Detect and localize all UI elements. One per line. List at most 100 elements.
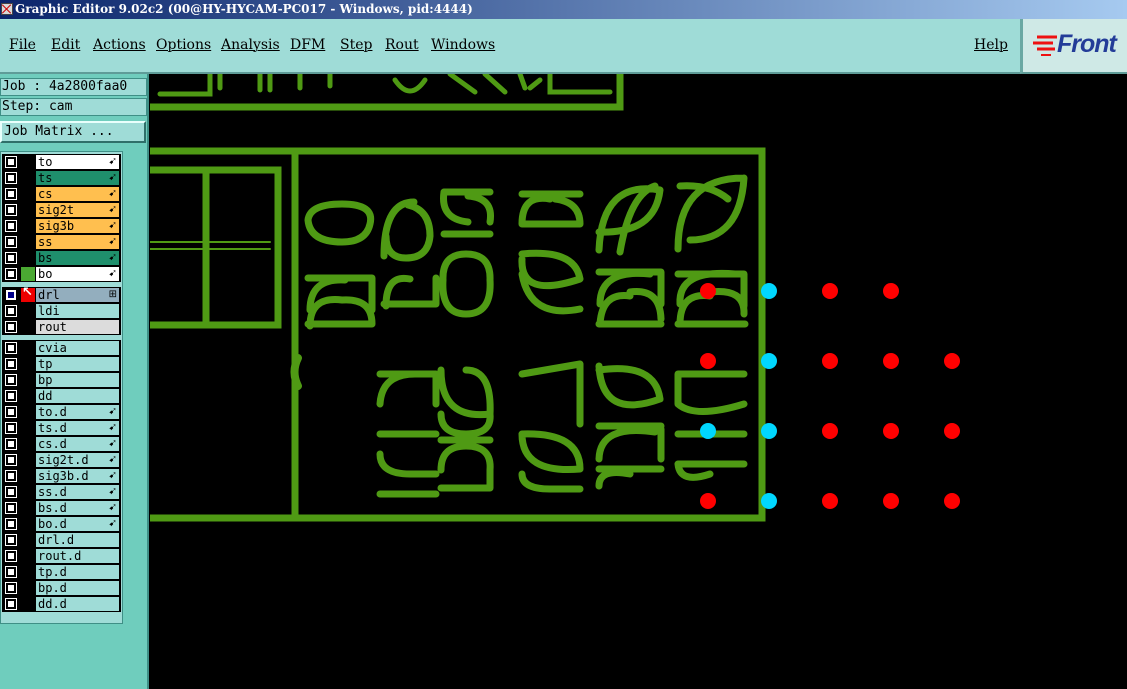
layer-affected-indicator[interactable] bbox=[21, 549, 35, 563]
layer-row-sig3b[interactable]: sig3b ➹ bbox=[2, 218, 121, 234]
layer-name[interactable]: tp bbox=[36, 357, 119, 371]
layer-row-cs-d[interactable]: cs.d ➹ bbox=[2, 436, 121, 452]
layer-checkbox[interactable] bbox=[6, 290, 16, 300]
layer-name[interactable]: drl ⊞ bbox=[36, 288, 119, 302]
layer-name[interactable]: ts ➹ bbox=[36, 171, 119, 185]
layer-checkbox[interactable] bbox=[5, 204, 17, 216]
layer-name[interactable]: bs ➹ bbox=[36, 251, 119, 265]
menu-actions[interactable]: Actions bbox=[93, 37, 146, 53]
menu-edit[interactable]: Edit bbox=[51, 37, 80, 53]
layer-checkbox[interactable] bbox=[5, 534, 17, 546]
layer-name[interactable]: ldi bbox=[36, 304, 119, 318]
layer-row-sig3b-d[interactable]: sig3b.d ➹ bbox=[2, 468, 121, 484]
layer-name[interactable]: rout bbox=[36, 320, 119, 334]
layer-checkbox[interactable] bbox=[5, 598, 17, 610]
layer-row-bo-d[interactable]: bo.d ➹ bbox=[2, 516, 121, 532]
menu-dfm[interactable]: DFM bbox=[290, 37, 325, 53]
layer-name[interactable]: sig3b.d ➹ bbox=[36, 469, 119, 483]
drill-hit[interactable] bbox=[822, 423, 838, 439]
drill-hit[interactable] bbox=[883, 353, 899, 369]
layer-name[interactable]: to ➹ bbox=[36, 155, 119, 169]
layer-affected-indicator[interactable] bbox=[21, 453, 35, 467]
layer-name[interactable]: sig2t.d ➹ bbox=[36, 453, 119, 467]
layer-checkbox[interactable] bbox=[5, 252, 17, 264]
layer-affected-indicator[interactable] bbox=[21, 320, 35, 334]
layer-affected-indicator[interactable] bbox=[21, 235, 35, 249]
layer-name[interactable]: ss ➹ bbox=[36, 235, 119, 249]
layer-row-ss[interactable]: ss ➹ bbox=[2, 234, 121, 250]
layer-checkbox[interactable] bbox=[5, 172, 17, 184]
drill-hit-selected[interactable] bbox=[761, 423, 777, 439]
layer-affected-indicator[interactable] bbox=[21, 405, 35, 419]
layer-name[interactable]: ss.d ➹ bbox=[36, 485, 119, 499]
layer-row-bs[interactable]: bs ➹ bbox=[2, 250, 121, 266]
layer-name[interactable]: sig2t ➹ bbox=[36, 203, 119, 217]
layer-affected-indicator[interactable] bbox=[21, 565, 35, 579]
layer-checkbox[interactable] bbox=[5, 220, 17, 232]
layer-name[interactable]: cs.d ➹ bbox=[36, 437, 119, 451]
active-layer-pointer-icon[interactable] bbox=[21, 285, 35, 302]
layer-affected-indicator[interactable] bbox=[21, 517, 35, 531]
layer-checkbox[interactable] bbox=[5, 188, 17, 200]
drill-hit[interactable] bbox=[700, 283, 716, 299]
layer-affected-indicator[interactable] bbox=[21, 219, 35, 233]
drill-hit-selected[interactable] bbox=[700, 423, 716, 439]
layer-row-sig2t[interactable]: sig2t ➹ bbox=[2, 202, 121, 218]
layer-row-ldi[interactable]: ldi bbox=[2, 303, 121, 319]
layer-affected-indicator[interactable] bbox=[21, 203, 35, 217]
layer-affected-indicator[interactable] bbox=[21, 171, 35, 185]
job-matrix-button[interactable]: Job Matrix ... bbox=[0, 121, 146, 143]
layer-checkbox[interactable] bbox=[5, 518, 17, 530]
layer-row-cs[interactable]: cs ➹ bbox=[2, 186, 121, 202]
layer-name[interactable]: tp.d bbox=[36, 565, 119, 579]
layer-row-to[interactable]: to ➹ bbox=[2, 154, 121, 170]
layer-affected-indicator[interactable] bbox=[21, 597, 35, 611]
layer-checkbox[interactable] bbox=[5, 470, 17, 482]
layer-checkbox[interactable] bbox=[5, 406, 17, 418]
layer-name[interactable]: bp.d bbox=[36, 581, 119, 595]
menu-help[interactable]: Help bbox=[974, 37, 1008, 53]
menu-options[interactable]: Options bbox=[156, 37, 211, 53]
layer-affected-indicator[interactable] bbox=[21, 373, 35, 387]
drill-hit[interactable] bbox=[883, 423, 899, 439]
layer-row-dd-d[interactable]: dd.d bbox=[2, 596, 121, 612]
layer-name[interactable]: rout.d bbox=[36, 549, 119, 563]
layer-row-ts[interactable]: ts ➹ bbox=[2, 170, 121, 186]
layer-checkbox[interactable] bbox=[5, 438, 17, 450]
drill-hit[interactable] bbox=[883, 493, 899, 509]
drill-hit[interactable] bbox=[822, 283, 838, 299]
layer-affected-indicator[interactable] bbox=[21, 437, 35, 451]
layer-name[interactable]: ts.d ➹ bbox=[36, 421, 119, 435]
layer-checkbox[interactable] bbox=[5, 358, 17, 370]
layer-checkbox[interactable] bbox=[5, 486, 17, 498]
drill-hit-selected[interactable] bbox=[761, 283, 777, 299]
layer-affected-indicator[interactable] bbox=[21, 581, 35, 595]
layer-row-tp-d[interactable]: tp.d bbox=[2, 564, 121, 580]
layer-name[interactable]: bs.d ➹ bbox=[36, 501, 119, 515]
layer-checkbox[interactable] bbox=[5, 454, 17, 466]
layer-name[interactable]: bo ➹ bbox=[36, 267, 119, 281]
layer-affected-indicator[interactable] bbox=[21, 251, 35, 265]
layer-row-ts-d[interactable]: ts.d ➹ bbox=[2, 420, 121, 436]
layer-row-dd[interactable]: dd bbox=[2, 388, 121, 404]
drill-hit-selected[interactable] bbox=[761, 493, 777, 509]
layer-name[interactable]: dd bbox=[36, 389, 119, 403]
layer-name[interactable]: bp bbox=[36, 373, 119, 387]
layer-row-to-d[interactable]: to.d ➹ bbox=[2, 404, 121, 420]
layer-name[interactable]: cvia bbox=[36, 341, 119, 355]
layer-row-drl-d[interactable]: drl.d bbox=[2, 532, 121, 548]
layer-checkbox[interactable] bbox=[5, 374, 17, 386]
menu-step[interactable]: Step bbox=[340, 37, 372, 53]
layer-name[interactable]: bo.d ➹ bbox=[36, 517, 119, 531]
menu-file[interactable]: File bbox=[9, 37, 36, 53]
drill-hit[interactable] bbox=[700, 493, 716, 509]
layer-name[interactable]: dd.d bbox=[36, 597, 119, 611]
layer-checkbox[interactable] bbox=[5, 321, 17, 333]
drill-hit[interactable] bbox=[944, 423, 960, 439]
drill-hit[interactable] bbox=[944, 493, 960, 509]
layer-row-bp[interactable]: bp bbox=[2, 372, 121, 388]
layer-checkbox[interactable] bbox=[5, 342, 17, 354]
drill-hit-selected[interactable] bbox=[761, 353, 777, 369]
layer-checkbox[interactable] bbox=[5, 156, 17, 168]
layer-checkbox[interactable] bbox=[5, 390, 17, 402]
